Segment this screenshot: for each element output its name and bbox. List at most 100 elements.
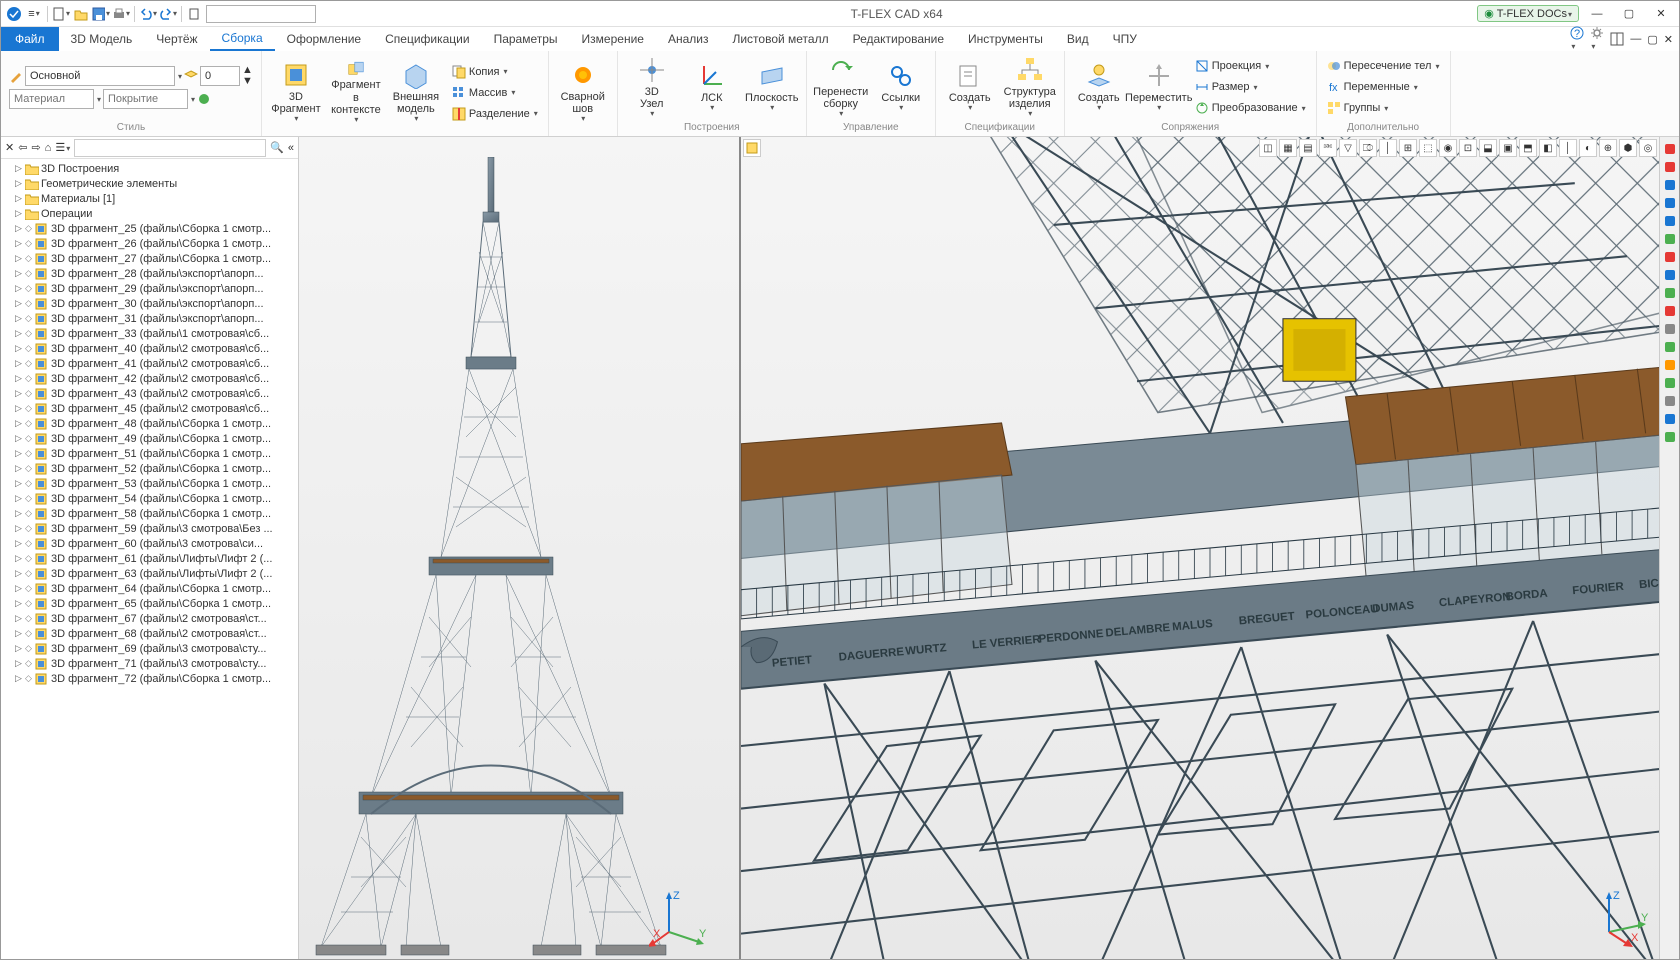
groups-button[interactable]: Группы▾ (1323, 98, 1444, 118)
vp-tool-15[interactable]: │ (1559, 139, 1577, 157)
tree-fragment-item[interactable]: ▷◇3D фрагмент_54 (файлы\Сборка 1 смотр..… (1, 491, 298, 506)
vp-tool-11[interactable]: ⬓ (1479, 139, 1497, 157)
coating-input[interactable] (103, 89, 188, 109)
tree-fragment-item[interactable]: ▷◇3D фрагмент_41 (файлы\2 смотровая\сб..… (1, 356, 298, 371)
dimension-button[interactable]: Размер▾ (1191, 77, 1310, 97)
vp-tool-13[interactable]: ⬒ (1519, 139, 1537, 157)
vp-tool-7[interactable]: ⊞ (1399, 139, 1417, 157)
tab-анализ[interactable]: Анализ (656, 27, 721, 51)
material-input[interactable] (9, 89, 94, 109)
tree-fragment-item[interactable]: ▷◇3D фрагмент_72 (файлы\Сборка 1 смотр..… (1, 671, 298, 686)
tree-fragment-item[interactable]: ▷◇3D фрагмент_53 (файлы\Сборка 1 смотр..… (1, 476, 298, 491)
strip-tool-8[interactable] (1662, 285, 1678, 301)
move-button[interactable]: Переместить▾ (1131, 55, 1187, 119)
structure-button[interactable]: Структураизделия▾ (1002, 55, 1058, 119)
strip-tool-11[interactable] (1662, 339, 1678, 355)
vp-tool-2[interactable]: ▤ (1299, 139, 1317, 157)
search-icon[interactable]: 🔍 (270, 141, 284, 154)
tree-fragment-item[interactable]: ▷◇3D фрагмент_31 (файлы\экспорт\апорп... (1, 311, 298, 326)
window-layout-icon[interactable] (1610, 32, 1624, 46)
strip-tool-1[interactable] (1662, 159, 1678, 175)
tree-fragment-item[interactable]: ▷◇3D фрагмент_51 (файлы\Сборка 1 смотр..… (1, 446, 298, 461)
tree-home-icon[interactable]: ⌂ (45, 142, 52, 154)
tree-fragment-item[interactable]: ▷◇3D фрагмент_63 (файлы\Лифты\Лифт 2 (..… (1, 566, 298, 581)
links-button[interactable]: Ссылки▾ (873, 55, 929, 119)
tab-редактирование[interactable]: Редактирование (841, 27, 956, 51)
tree-folder[interactable]: ▷Операции (1, 206, 298, 221)
strip-tool-0[interactable] (1662, 141, 1678, 157)
tree-fragment-item[interactable]: ▷◇3D фрагмент_48 (файлы\Сборка 1 смотр..… (1, 416, 298, 431)
vp-tool-12[interactable]: ▣ (1499, 139, 1517, 157)
tree-fragment-item[interactable]: ▷◇3D фрагмент_28 (файлы\экспорт\апорп... (1, 266, 298, 281)
tree-folder[interactable]: ▷Геометрические элементы (1, 176, 298, 191)
layers-icon[interactable] (184, 69, 198, 83)
vp-tool-5[interactable]: ⎄ (1359, 139, 1377, 157)
minimize-button[interactable]: — (1583, 4, 1611, 24)
tab-оформление[interactable]: Оформление (275, 27, 373, 51)
redo-icon[interactable]: ▾ (159, 5, 177, 23)
strip-tool-7[interactable] (1662, 267, 1678, 283)
strip-tool-13[interactable] (1662, 375, 1678, 391)
tree-fragment-item[interactable]: ▷◇3D фрагмент_26 (файлы\Сборка 1 смотр..… (1, 236, 298, 251)
vp-tool-6[interactable]: │ (1379, 139, 1397, 157)
tree-fragment-item[interactable]: ▷◇3D фрагмент_58 (файлы\Сборка 1 смотр..… (1, 506, 298, 521)
tab-измерение[interactable]: Измерение (570, 27, 656, 51)
tree-collapse-icon[interactable]: « (288, 142, 294, 154)
viewport-2[interactable]: ◫▦▤⎃▽⎄│⊞⬚◉⊡⬓▣⬒◧│◐⊕⬢◎⎙ (741, 137, 1679, 959)
tree-fragment-item[interactable]: ▷◇3D фрагмент_25 (файлы\Сборка 1 смотр..… (1, 221, 298, 236)
array-button[interactable]: Массив▾ (448, 83, 542, 103)
tree-fragment-item[interactable]: ▷◇3D фрагмент_49 (файлы\Сборка 1 смотр..… (1, 431, 298, 446)
viewport-1[interactable]: ✕ ⇦ ⇨ ⌂ ☰▾ 🔍 « ▷3D Построения▷Геометриче… (1, 137, 741, 959)
tab-спецификации[interactable]: Спецификации (373, 27, 481, 51)
tree-fragment-item[interactable]: ▷◇3D фрагмент_33 (файлы\1 смотровая\сб..… (1, 326, 298, 341)
style-brush-icon[interactable] (9, 69, 23, 83)
maximize-button[interactable]: ▢ (1615, 4, 1643, 24)
tab-инструменты[interactable]: Инструменты (956, 27, 1055, 51)
strip-tool-15[interactable] (1662, 411, 1678, 427)
tree-search-input[interactable] (74, 139, 266, 157)
strip-tool-6[interactable] (1662, 249, 1678, 265)
vp-tool-17[interactable]: ⊕ (1599, 139, 1617, 157)
vp-tool-9[interactable]: ◉ (1439, 139, 1457, 157)
save-icon[interactable]: ▾ (92, 5, 110, 23)
tree-fragment-item[interactable]: ▷◇3D фрагмент_30 (файлы\экспорт\апорп... (1, 296, 298, 311)
copy-button[interactable]: Копия▾ (448, 62, 542, 82)
tree-fwd-icon[interactable]: ⇨ (31, 141, 40, 154)
tree-fragment-item[interactable]: ▷◇3D фрагмент_65 (файлы\Сборка 1 смотр..… (1, 596, 298, 611)
tree-fragment-item[interactable]: ▷◇3D фрагмент_69 (файлы\3 смотрова\сту..… (1, 641, 298, 656)
vp-tool-4[interactable]: ▽ (1339, 139, 1357, 157)
vp-filter-icon[interactable] (743, 139, 761, 157)
tab-параметры[interactable]: Параметры (482, 27, 570, 51)
undo-icon[interactable]: ▾ (139, 5, 157, 23)
vars-button[interactable]: fxПеременные▾ (1323, 77, 1444, 97)
minimize-ribbon-icon[interactable]: — (1630, 33, 1641, 45)
vp-tool-10[interactable]: ⊡ (1459, 139, 1477, 157)
create2-button[interactable]: Создать▾ (1071, 55, 1127, 119)
tree-fragment-item[interactable]: ▷◇3D фрагмент_43 (файлы\2 смотровая\сб..… (1, 386, 298, 401)
strip-tool-16[interactable] (1662, 429, 1678, 445)
strip-tool-2[interactable] (1662, 177, 1678, 193)
open-icon[interactable] (72, 5, 90, 23)
vp-tool-3[interactable]: ⎃ (1319, 139, 1337, 157)
tab-вид[interactable]: Вид (1055, 27, 1101, 51)
app-icon[interactable] (5, 5, 23, 23)
tree-fragment-item[interactable]: ▷◇3D фрагмент_45 (файлы\2 смотровая\сб..… (1, 401, 298, 416)
close-doc-icon[interactable]: ✕ (1664, 33, 1673, 46)
tree-fragment-item[interactable]: ▷◇3D фрагмент_60 (файлы\3 смотрова\си... (1, 536, 298, 551)
style-main-dropdown[interactable] (25, 66, 175, 86)
vp-tool-8[interactable]: ⬚ (1419, 139, 1437, 157)
strip-tool-9[interactable] (1662, 303, 1678, 319)
tree-fragment-item[interactable]: ▷◇3D фрагмент_29 (файлы\экспорт\апорп... (1, 281, 298, 296)
restore-icon[interactable]: ▢ (1647, 33, 1657, 46)
vp-tool-14[interactable]: ◧ (1539, 139, 1557, 157)
tflex-docs-link[interactable]: ◉ T-FLEX DOCs▾ (1477, 5, 1579, 22)
help-icon[interactable]: ?▾ (1570, 26, 1584, 52)
tree-fragment-item[interactable]: ▷◇3D фрагмент_52 (файлы\Сборка 1 смотр..… (1, 461, 298, 476)
tab-чпу[interactable]: ЧПУ (1101, 27, 1149, 51)
create-button[interactable]: Создать▾ (942, 55, 998, 119)
tree-fragment-item[interactable]: ▷◇3D фрагмент_59 (файлы\3 смотрова\Без .… (1, 521, 298, 536)
vp-tool-16[interactable]: ◐ (1579, 139, 1597, 157)
weld-button[interactable]: Сварнойшов▾ (555, 61, 611, 125)
new-doc-icon[interactable]: ▾ (52, 5, 70, 23)
fragment-context-button[interactable]: Фрагментв контексте▾ (328, 61, 384, 125)
